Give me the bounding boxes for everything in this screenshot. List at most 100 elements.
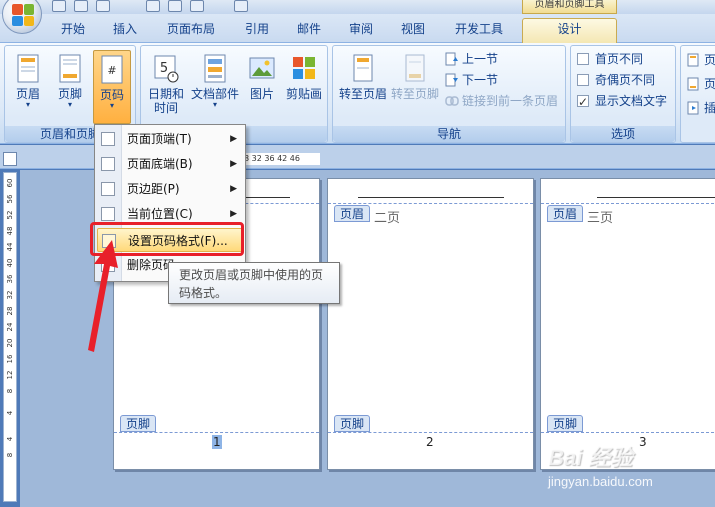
menu-item-bottom-of-page[interactable]: 页面底端(B) ▶ (97, 152, 243, 176)
checkbox-icon[interactable] (577, 74, 589, 86)
save-icon[interactable] (52, 0, 66, 12)
page-number-field[interactable]: 1 (212, 435, 222, 449)
next-section-button[interactable]: 下一节 (445, 70, 498, 90)
dropdown-arrow-icon: ▾ (109, 101, 114, 110)
header-button[interactable]: 页眉 ▾ (9, 50, 47, 124)
header-rule (358, 197, 504, 198)
header-rule (244, 197, 290, 198)
header-top-position[interactable]: 页 (687, 50, 715, 70)
tooltip-line-2: 码格式。 (179, 286, 228, 300)
menu-item-top-of-page[interactable]: 页面顶端(T) ▶ (97, 127, 243, 151)
group-options: 首页不同 奇偶页不同 显示文档文字 选项 (570, 45, 676, 143)
title-bar: 页眉和页脚工具 (0, 0, 715, 14)
context-tab-title: 页眉和页脚工具 (522, 0, 617, 14)
horizontal-ruler[interactable]: 8 32 36 42 46 (240, 153, 320, 165)
submenu-arrow-icon: ▶ (230, 159, 237, 169)
tab-review[interactable]: 审阅 (338, 19, 384, 41)
page-number-field[interactable]: 2 (426, 435, 434, 449)
footer-boundary (328, 432, 533, 433)
header-text: 三页 (587, 211, 614, 226)
calendar-clock-icon: 5 (154, 55, 179, 83)
footer-boundary (541, 432, 715, 433)
tab-mailings[interactable]: 邮件 (286, 19, 332, 41)
page-number-icon: # (101, 55, 123, 84)
footer-tag: 页脚 (334, 415, 371, 432)
menu-item-page-margins[interactable]: 页边距(P) ▶ (97, 177, 243, 201)
header-position-icon (687, 53, 699, 67)
different-odd-even-checkbox[interactable]: 奇偶页不同 (577, 70, 655, 90)
quick-access-icon[interactable] (190, 0, 204, 12)
header-icon (17, 54, 39, 83)
header-text: 二页 (374, 211, 401, 226)
spelling-icon[interactable] (168, 0, 182, 12)
bottom-of-page-icon (101, 157, 115, 171)
group-label-navigation: 导航 (333, 126, 565, 142)
current-position-icon (101, 207, 115, 221)
submenu-arrow-icon: ▶ (230, 184, 237, 194)
footer-icon (59, 54, 81, 83)
tab-selector-icon[interactable] (3, 152, 17, 166)
header-boundary (328, 203, 533, 204)
next-section-icon (445, 73, 458, 87)
link-icon (445, 96, 459, 106)
tab-developer[interactable]: 开发工具 (446, 19, 512, 41)
footer-position-icon (687, 77, 699, 91)
tooltip-line-1: 更改页眉或页脚中使用的页 (179, 268, 324, 282)
goto-header-button[interactable]: 转至页眉 (337, 50, 389, 124)
tab-home[interactable]: 开始 (50, 19, 96, 41)
doc-parts-button[interactable]: 文档部件 ▾ (191, 50, 239, 124)
header-boundary (541, 203, 715, 204)
dropdown-arrow-icon: ▾ (25, 100, 30, 109)
ribbon-tab-bar: 开始 插入 页面布局 引用 邮件 审阅 视图 开发工具 设计 (0, 14, 715, 43)
print-preview-icon[interactable] (146, 0, 160, 12)
clip-art-icon (293, 57, 315, 79)
page-3[interactable]: 页眉 三页 页脚 3 (540, 178, 715, 470)
footer-bottom-position[interactable]: 页 (687, 74, 715, 94)
link-to-previous-button[interactable]: 链接到前一条页眉 (445, 91, 558, 111)
prev-section-button[interactable]: 上一节 (445, 49, 498, 69)
footer-tag: 页脚 (547, 415, 584, 432)
baidu-watermark: Bai 经验 (548, 445, 633, 470)
page-2[interactable]: 页眉 二页 页脚 2 (327, 178, 534, 470)
alignment-tab-icon (687, 101, 699, 115)
header-rule (597, 197, 715, 198)
tab-design[interactable]: 设计 (522, 18, 617, 43)
quick-access-more-icon[interactable] (234, 0, 248, 12)
group-label-options: 选项 (571, 126, 675, 142)
undo-icon[interactable] (74, 0, 88, 12)
tooltip: 更改页眉或页脚中使用的页 码格式。 (168, 262, 340, 304)
checkbox-icon[interactable] (577, 53, 589, 65)
picture-button[interactable]: 图片 (243, 50, 281, 124)
footer-button[interactable]: 页脚 ▾ (51, 50, 89, 124)
picture-icon (249, 57, 275, 79)
group-position: 页 页 插 (680, 45, 715, 143)
page-margins-icon (101, 182, 115, 196)
different-first-page-checkbox[interactable]: 首页不同 (577, 49, 643, 69)
doc-parts-icon (204, 54, 226, 83)
tab-insert[interactable]: 插入 (102, 19, 148, 41)
svg-text:#: # (107, 64, 116, 77)
dropdown-arrow-icon: ▾ (67, 100, 72, 109)
office-logo-icon (12, 4, 34, 26)
goto-header-icon (353, 54, 373, 82)
prev-section-icon (445, 52, 458, 66)
checkbox-checked-icon[interactable] (577, 92, 589, 112)
page-number-button[interactable]: # 页码 ▾ (93, 50, 131, 124)
clip-art-button[interactable]: 剪贴画 (283, 50, 325, 124)
insert-alignment-tab[interactable]: 插 (687, 98, 715, 118)
date-time-button[interactable]: 5 日期和 时间 (145, 50, 187, 124)
vertical-ruler[interactable]: 60 56 52 48 44 40 36 32 28 24 20 16 12 8… (3, 172, 17, 502)
header-tag: 页眉 (547, 205, 584, 222)
redo-icon[interactable] (96, 0, 110, 12)
tab-view[interactable]: 视图 (390, 19, 436, 41)
top-of-page-icon (101, 132, 115, 146)
svg-text:5: 5 (160, 61, 168, 76)
goto-footer-button[interactable]: 转至页脚 (389, 50, 441, 124)
red-arrow-annotation (88, 240, 118, 352)
tab-page-layout[interactable]: 页面布局 (158, 19, 224, 41)
page-number-field[interactable]: 3 (639, 435, 647, 449)
goto-footer-icon (405, 54, 425, 82)
tab-references[interactable]: 引用 (234, 19, 280, 41)
watermark-url: jingyan.baidu.com (548, 474, 653, 489)
show-document-text-checkbox[interactable]: 显示文档文字 (577, 91, 667, 112)
